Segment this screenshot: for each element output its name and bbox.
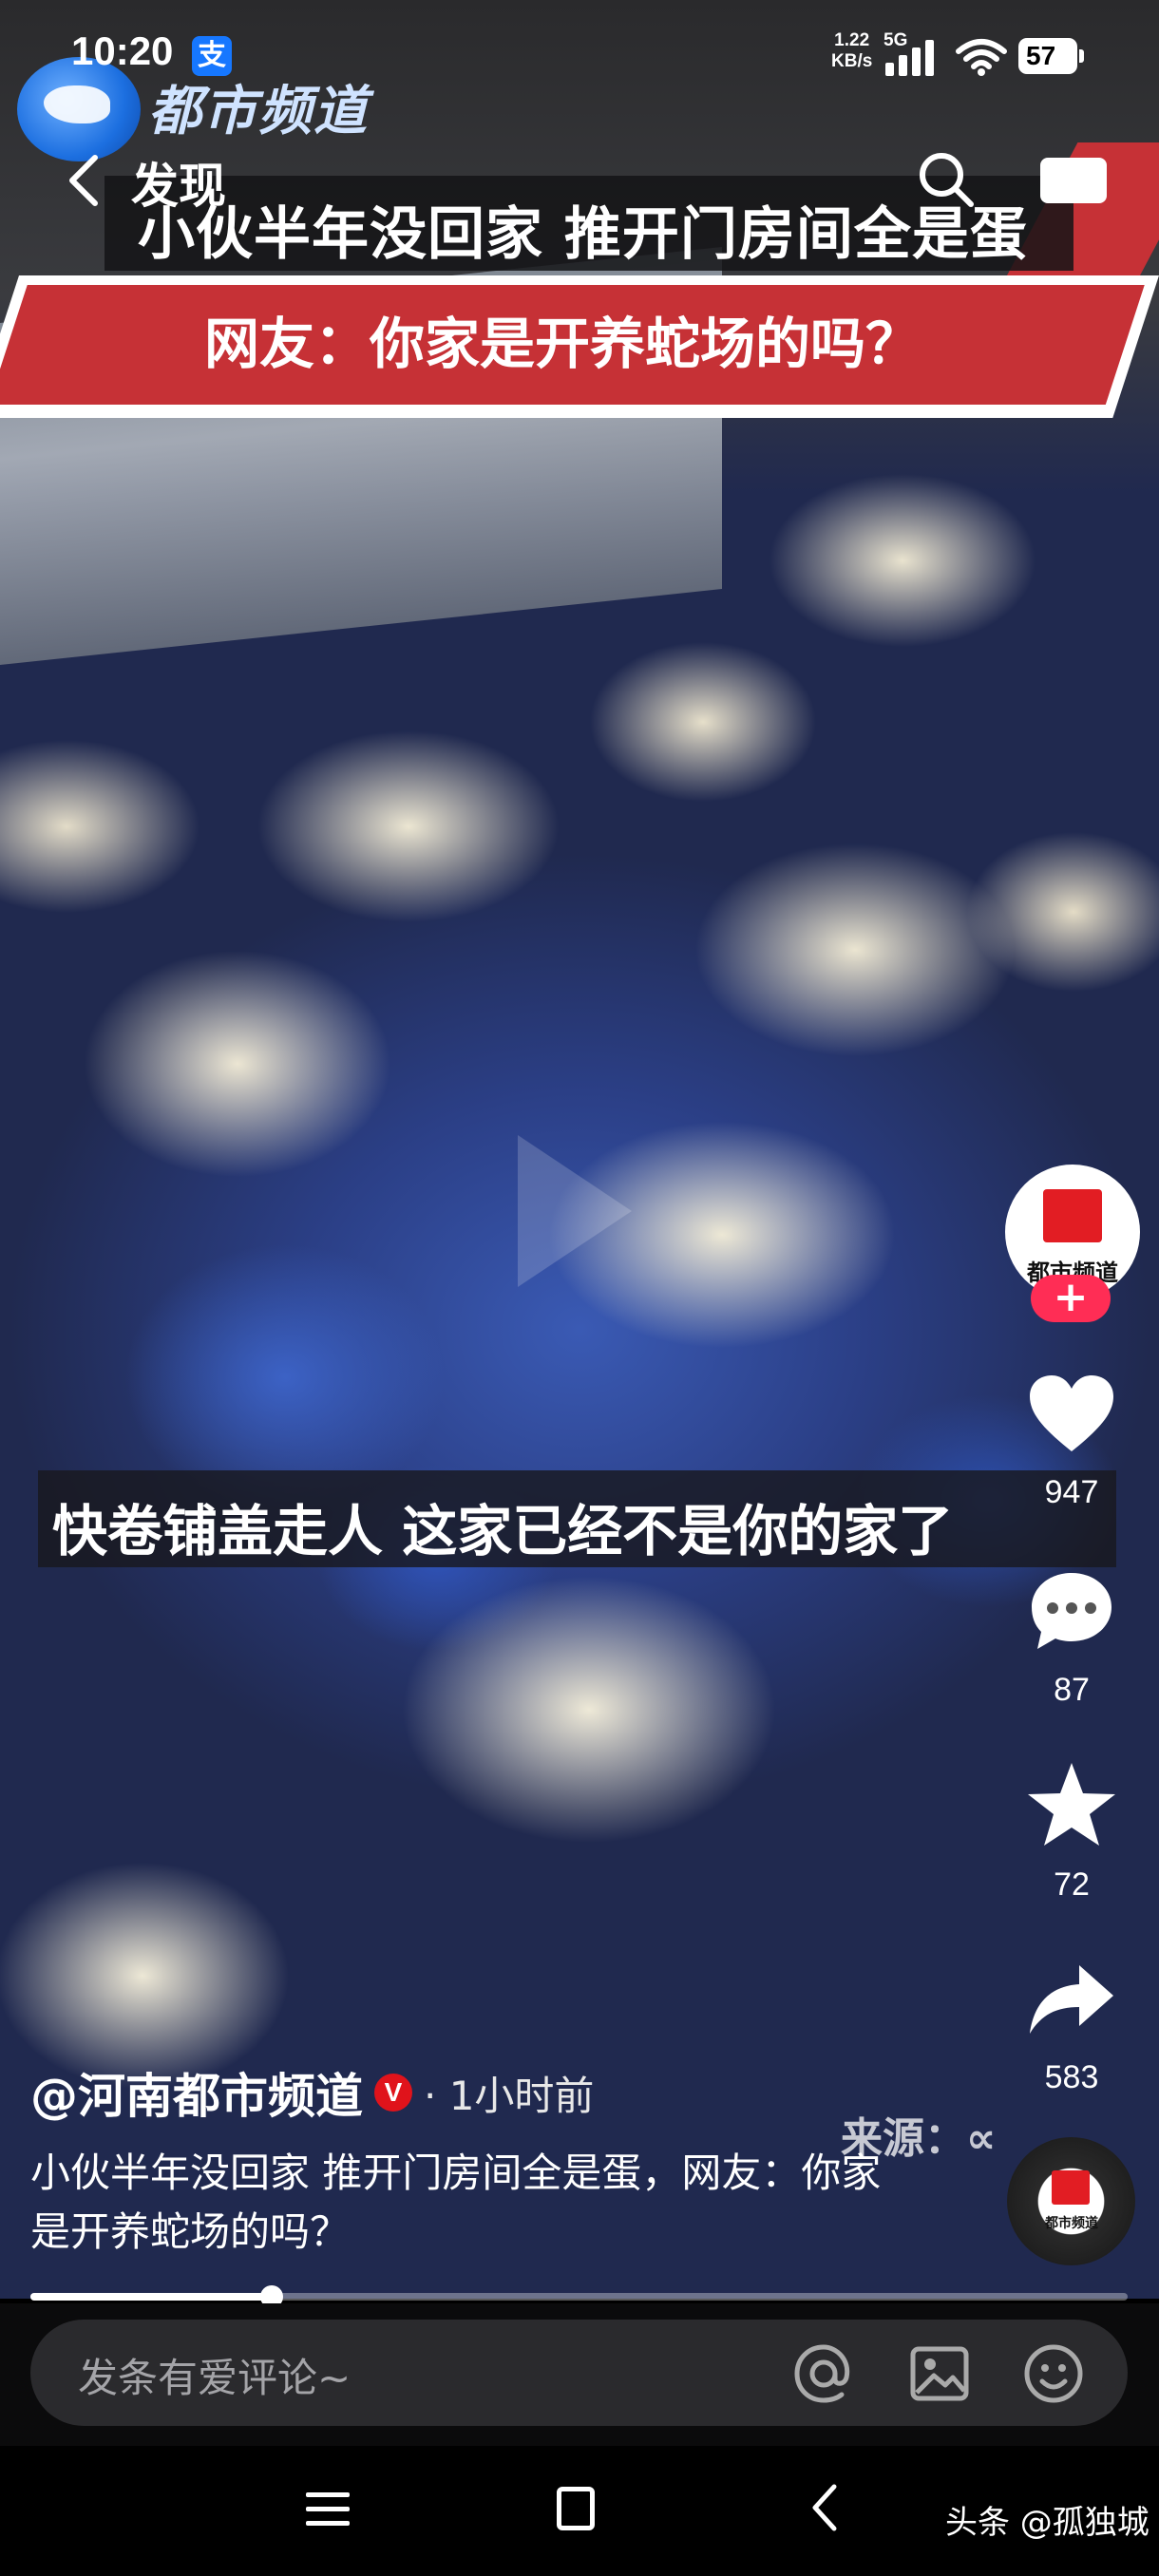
author-name[interactable]: @河南都市频道 bbox=[30, 2069, 363, 2124]
share-count: 583 bbox=[1044, 2059, 1099, 2095]
disc-logo-icon bbox=[1052, 2170, 1090, 2205]
home-icon[interactable] bbox=[557, 2487, 595, 2530]
star-icon[interactable] bbox=[1024, 1757, 1119, 1852]
net-speed-value: 1.22 bbox=[834, 30, 870, 50]
video-subtitle: 快卷铺盖走人 这家已经不是你的家了 bbox=[52, 1499, 954, 1563]
post-description[interactable]: 小伙半年没回家 推开门房间全是蛋，网友：你家是开养蛇场的吗？ bbox=[30, 2144, 885, 2262]
status-bar: 10:20 支 1.22 KB/s 5G 57 bbox=[0, 0, 1159, 114]
heart-icon[interactable] bbox=[1024, 1368, 1119, 1463]
screen-icon[interactable] bbox=[1040, 158, 1107, 203]
menu-icon[interactable] bbox=[306, 2489, 350, 2530]
image-icon[interactable] bbox=[907, 2341, 972, 2406]
source-tag: 头条 @孤独城 bbox=[945, 2504, 1150, 2542]
comment-placeholder: 发条有爱评论~ bbox=[78, 2355, 352, 2401]
net-speed-unit: KB/s bbox=[831, 51, 873, 71]
status-time: 10:20 bbox=[71, 28, 174, 73]
comment-count: 87 bbox=[1054, 1672, 1090, 1708]
back-icon[interactable] bbox=[806, 2481, 844, 2534]
like-count: 947 bbox=[1044, 1474, 1099, 1510]
post-time: · 1小时前 bbox=[424, 2072, 595, 2119]
search-icon[interactable] bbox=[917, 150, 976, 209]
author-line: @河南都市频道 V · 1小时前 bbox=[30, 2058, 594, 2125]
headline-bottom-text: 网友：你家是开养蛇场的吗？ bbox=[204, 312, 922, 376]
avatar-logo-icon bbox=[1043, 1189, 1102, 1242]
music-disc[interactable]: 都市频道 bbox=[1007, 2137, 1135, 2265]
progress-bar[interactable] bbox=[30, 2285, 1128, 2308]
disc-label: 都市频道 bbox=[1045, 2216, 1098, 2231]
battery-icon: 57 bbox=[1018, 38, 1084, 74]
network-type: 5G bbox=[884, 30, 908, 50]
wifi-icon bbox=[956, 39, 1007, 76]
alipay-icon: 支 bbox=[192, 36, 232, 76]
favorite-count: 72 bbox=[1054, 1866, 1090, 1903]
net-speed: 1.22 KB/s bbox=[831, 30, 872, 72]
follow-button[interactable]: + bbox=[1031, 1275, 1111, 1322]
emoji-icon[interactable] bbox=[1021, 2341, 1086, 2406]
at-icon[interactable] bbox=[791, 2341, 856, 2406]
top-nav: 发现 bbox=[0, 133, 1159, 228]
share-icon[interactable] bbox=[1024, 1952, 1119, 2047]
chevron-left-icon[interactable] bbox=[63, 152, 104, 209]
play-overlay-icon bbox=[518, 1135, 632, 1287]
progress-fill bbox=[30, 2293, 273, 2301]
back-label[interactable]: 发现 bbox=[131, 148, 226, 217]
verified-badge-icon: V bbox=[374, 2074, 412, 2112]
comment-icon[interactable] bbox=[1024, 1565, 1119, 1660]
